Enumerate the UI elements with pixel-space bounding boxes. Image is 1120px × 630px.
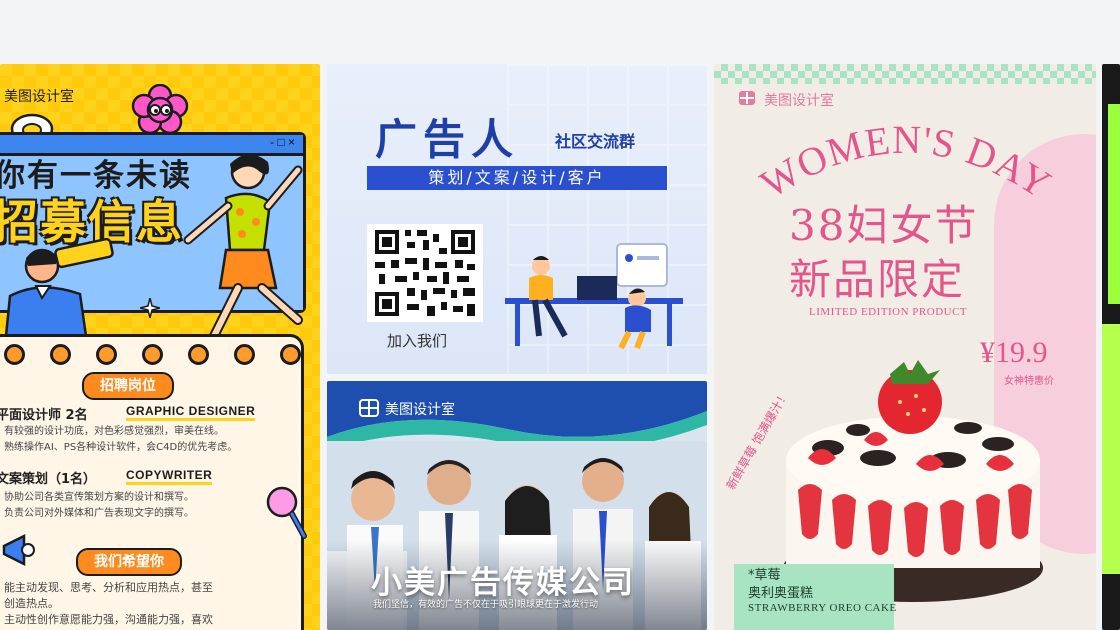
top-bar [0, 0, 1120, 64]
dancing-girl-illustration [183, 154, 303, 353]
brand-logo-icon [359, 399, 379, 417]
community-subtitle: 社区交流群 [555, 132, 636, 151]
template-card-womens-day[interactable]: 美图设计室 WOMEN'S DAY 38妇女节 新品限定 LIMITED EDI… [714, 64, 1096, 630]
megaphone-icon [2, 533, 35, 567]
product-name-2: 奥利奥蛋糕 [748, 586, 814, 601]
notebook-rings [0, 344, 320, 365]
role-designer-desc-2: 熟练操作AI、PS各种设计软件，会C4D的优先考虑。 [4, 442, 238, 453]
hope-line-2: 创造热点。 [4, 597, 59, 610]
window-controls: - □ × [270, 135, 295, 149]
section-hope-label: 我们希望你 [76, 548, 182, 576]
hope-line-3: 主动性创作意愿能力强，沟通能力强，喜欢 [4, 613, 213, 626]
role-designer-title: 平面设计师 2名 [0, 408, 88, 423]
magnifier-icon [266, 486, 307, 539]
role-copywriter-desc-1: 协助公司各类宣传策划方案的设计和撰写。 [4, 492, 194, 503]
role-tags-banner: 策划/文案/设计/客户 [367, 166, 667, 190]
sparkle-icon [140, 298, 160, 318]
company-slogan: 我们坚信，有效的广告不仅在于吸引眼球更在于激发行动 [373, 600, 599, 610]
flower-icon [131, 84, 189, 132]
role-copywriter-desc-2: 负责公司对外媒体和广告表现文字的撰写。 [4, 508, 194, 519]
title-limited-cn: 新品限定 [789, 255, 966, 304]
qr-code-icon [367, 224, 483, 322]
product-name-1: *草莓 [748, 568, 781, 583]
neon-block [1102, 324, 1120, 574]
office-meeting-illustration [505, 243, 683, 350]
brand-label: 美图设计室 [385, 402, 455, 418]
checker-border [714, 64, 1096, 84]
role-copywriter-title: 文案策划（1名） [0, 472, 97, 487]
role-designer-desc-1: 有较强的设计功底，对色彩感觉强烈，审美在线。 [4, 426, 224, 437]
role-designer-en: GRAPHIC DESIGNER [126, 404, 256, 421]
community-title: 广告人 [375, 115, 520, 164]
template-card-ad-community[interactable]: 广告人 社区交流群 策划/文案/设计/客户 加入我们 [327, 64, 707, 374]
telescope-boy-illustration [4, 237, 114, 336]
title-womens-day-cn: 38妇女节 [789, 201, 979, 250]
brand-label: 美图设计室 [764, 93, 834, 109]
role-copywriter-en: COPYWRITER [126, 468, 213, 485]
section-positions-label: 招聘岗位 [82, 372, 174, 400]
limited-edition-label: LIMITED EDITION PRODUCT [809, 306, 968, 318]
brand-label: 美图设计室 [4, 89, 74, 105]
join-us-label: 加入我们 [387, 332, 448, 350]
product-name-en: STRAWBERRY OREO CAKE [748, 602, 897, 614]
hope-line-1: 能主动发现、思考、分析和应用热点，甚至 [4, 581, 213, 594]
template-card-media-company[interactable]: 美图设计室 小美广告传媒公司 我们坚信，有效的广告不仅在于吸引眼球更在于激发行动 [327, 381, 707, 630]
template-card-recruitment[interactable]: 美图设计室 - □ × 你有一条未读 招募信息 招聘岗位 平面设计师 2名 GR… [0, 64, 320, 630]
brand-logo-icon [739, 91, 755, 105]
template-card-partial[interactable] [1102, 64, 1120, 630]
neon-stripe [1108, 104, 1120, 304]
company-name: 小美广告传媒公司 [371, 565, 635, 601]
